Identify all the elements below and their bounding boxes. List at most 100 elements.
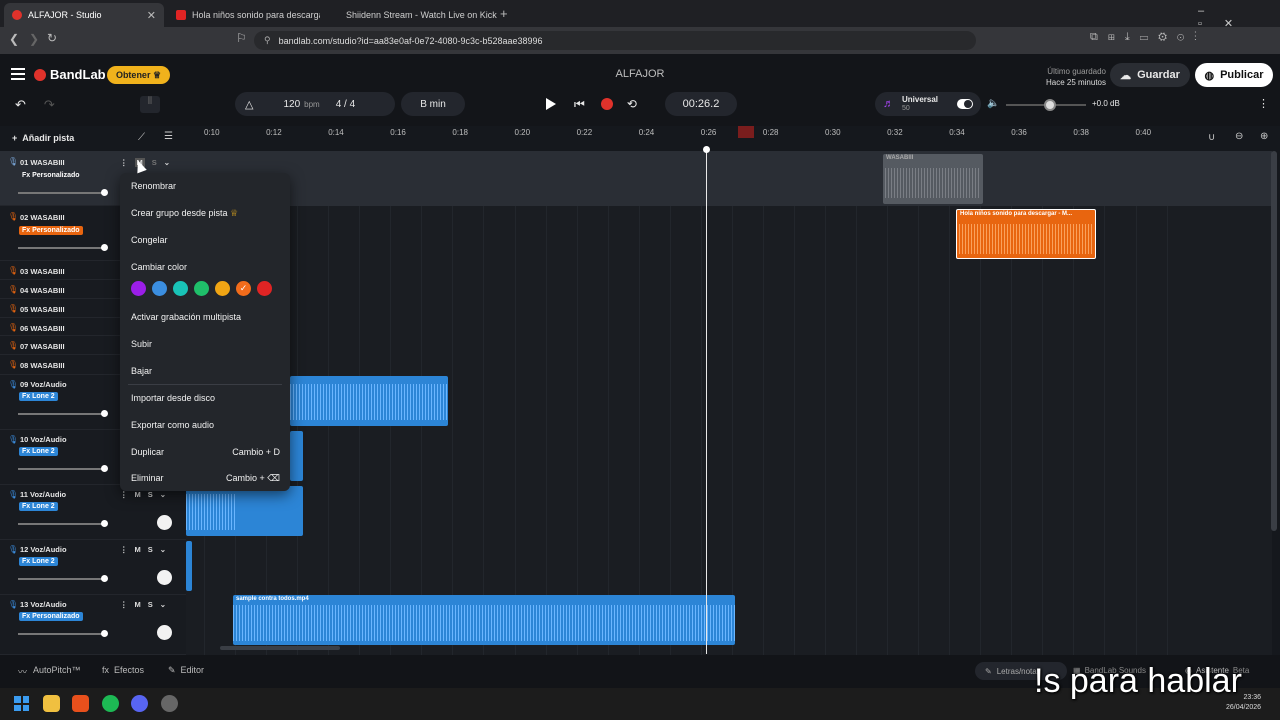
menu-icon[interactable]: [11, 68, 25, 80]
color-swatch[interactable]: [152, 281, 167, 296]
pan-knob[interactable]: [157, 515, 172, 530]
track-volume-slider[interactable]: [18, 520, 108, 527]
solo-button[interactable]: S: [148, 490, 153, 499]
pan-knob[interactable]: [157, 625, 172, 640]
chevron-down-icon[interactable]: ⌄: [160, 545, 166, 554]
skip-back-icon[interactable]: ⏮: [574, 97, 585, 112]
color-swatch[interactable]: [173, 281, 188, 296]
track-options-icon[interactable]: ⋮: [120, 490, 128, 499]
fx-badge[interactable]: Fx Lone 2: [19, 502, 58, 511]
menu-item-duplicate[interactable]: Duplicar: [131, 447, 164, 457]
menu-item-export-audio[interactable]: Exportar como audio: [131, 420, 214, 430]
mute-button[interactable]: M: [135, 545, 141, 554]
play-icon[interactable]: [546, 98, 556, 110]
color-swatch[interactable]: [257, 281, 272, 296]
wand-icon[interactable]: ⟋: [138, 132, 145, 143]
bandlab-logo[interactable]: BandLab: [34, 67, 106, 82]
time-signature[interactable]: 4 / 4: [336, 99, 355, 110]
effects-tab[interactable]: fx Efectos: [102, 665, 144, 675]
menu-item-import-from-disk[interactable]: Importar desde disco: [131, 393, 215, 403]
chevron-down-icon[interactable]: ⌄: [164, 158, 170, 167]
redo-icon[interactable]: ↷: [44, 97, 55, 113]
file-explorer-icon[interactable]: [43, 695, 60, 712]
track-options-icon[interactable]: ⋮: [120, 158, 128, 167]
filter-icon[interactable]: ☰: [164, 131, 173, 142]
color-swatch[interactable]: [194, 281, 209, 296]
spotify-icon[interactable]: [102, 695, 119, 712]
instrument-selector[interactable]: ♬ Universal 50: [875, 92, 981, 116]
track-volume-slider[interactable]: [18, 465, 108, 472]
loop-marker[interactable]: [738, 126, 754, 138]
instrument-toggle[interactable]: [957, 99, 973, 109]
back-icon[interactable]: ❮: [9, 32, 19, 46]
windows-start-icon[interactable]: [13, 695, 30, 712]
color-swatch[interactable]: [131, 281, 146, 296]
audio-clip[interactable]: [186, 486, 303, 536]
track-volume-slider[interactable]: [18, 410, 108, 417]
obtain-button[interactable]: Obtener ♕: [107, 66, 170, 84]
pan-knob[interactable]: [157, 570, 172, 585]
track-options-icon[interactable]: ⋮: [120, 545, 128, 554]
key-selector[interactable]: B min: [401, 92, 465, 116]
audio-clip-selected[interactable]: Hola niños sonido para descargar - M...: [956, 209, 1096, 259]
horizontal-scrollbar[interactable]: [220, 646, 340, 650]
magnet-icon[interactable]: ∪: [1208, 132, 1215, 143]
audio-clip[interactable]: [290, 431, 303, 481]
tab-alfajor-studio[interactable]: ALFAJOR - Studio ✕: [4, 3, 164, 27]
close-icon[interactable]: ✕: [147, 9, 156, 22]
fx-badge[interactable]: Fx Lone 2: [19, 392, 58, 401]
zoom-out-icon[interactable]: ⊖: [1235, 131, 1243, 142]
audio-clip[interactable]: sample contra todos.mp4: [233, 595, 735, 645]
track-header[interactable]: 🎙 11 Voz/Audio Fx Lone 2 ⋮ M S ⌄: [0, 485, 186, 540]
mute-button[interactable]: M: [135, 600, 141, 609]
playhead[interactable]: [706, 148, 707, 654]
audio-clip[interactable]: WASABIII: [883, 154, 983, 204]
playhead-handle[interactable]: [703, 146, 710, 153]
loop-icon[interactable]: ⟲: [627, 97, 637, 111]
solo-button[interactable]: S: [152, 158, 157, 167]
tab-kick[interactable]: Shiidenn Stream - Watch Live on Kick: [332, 3, 497, 27]
speaker-icon[interactable]: 🔈: [987, 98, 999, 109]
audio-clip[interactable]: [186, 541, 192, 591]
master-volume-slider[interactable]: [1006, 99, 1086, 111]
address-bar[interactable]: ⚲ bandlab.com/studio?id=aa83e0af-0e72-40…: [254, 31, 976, 50]
save-button[interactable]: ☁ Guardar: [1110, 63, 1190, 87]
fx-badge[interactable]: Fx Personalizado: [19, 171, 83, 180]
track-volume-slider[interactable]: [18, 630, 108, 637]
track-header[interactable]: 🎙 13 Voz/Audio Fx Personalizado ⋮ M S ⌄: [0, 595, 186, 655]
editor-tab[interactable]: ✎ Editor: [168, 665, 204, 676]
discord-icon[interactable]: [131, 695, 148, 712]
track-volume-slider[interactable]: [18, 575, 108, 582]
extensions-icons[interactable]: ⧉⊞⤓▭⚙⊙⋮: [1090, 31, 1207, 44]
menu-item-move-down[interactable]: Bajar: [131, 366, 152, 376]
metronome-icon[interactable]: △: [245, 98, 253, 111]
tempo-value[interactable]: 120: [283, 99, 300, 110]
publish-button[interactable]: ◍ Publicar: [1195, 63, 1273, 87]
track-volume-slider[interactable]: [18, 189, 108, 196]
tab-youtube[interactable]: Hola niños sonido para descargar - Y: [168, 3, 328, 27]
mute-button[interactable]: M: [135, 490, 141, 499]
track-volume-slider[interactable]: [18, 244, 108, 251]
solo-button[interactable]: S: [148, 600, 153, 609]
fx-badge[interactable]: Fx Personalizado: [19, 612, 83, 621]
site-info-icon[interactable]: ⚲: [264, 35, 271, 46]
fx-badge[interactable]: Fx Lone 2: [19, 447, 58, 456]
vertical-scrollbar[interactable]: [1271, 151, 1277, 531]
fx-badge[interactable]: Fx Personalizado: [19, 226, 83, 235]
audio-clip[interactable]: [290, 376, 448, 426]
undo-icon[interactable]: ↶: [15, 97, 26, 113]
new-tab-button[interactable]: +: [500, 6, 508, 21]
menu-item-rename[interactable]: Renombrar: [131, 181, 176, 191]
menu-item-multitrack-recording[interactable]: Activar grabación multipista: [131, 312, 241, 322]
track-options-icon[interactable]: ⋮: [120, 600, 128, 609]
mixer-icon[interactable]: ⦀: [140, 96, 160, 113]
app-icon[interactable]: [161, 695, 178, 712]
chevron-down-icon[interactable]: ⌄: [160, 490, 166, 499]
more-options-icon[interactable]: ⋮: [1258, 97, 1269, 110]
color-swatch[interactable]: [215, 281, 230, 296]
reload-icon[interactable]: ↻: [47, 31, 57, 45]
brave-browser-icon[interactable]: [72, 695, 89, 712]
autopitch-tab[interactable]: 〰 AutoPitch™: [18, 665, 81, 678]
zoom-in-icon[interactable]: ⊕: [1260, 131, 1268, 142]
fx-badge[interactable]: Fx Lone 2: [19, 557, 58, 566]
